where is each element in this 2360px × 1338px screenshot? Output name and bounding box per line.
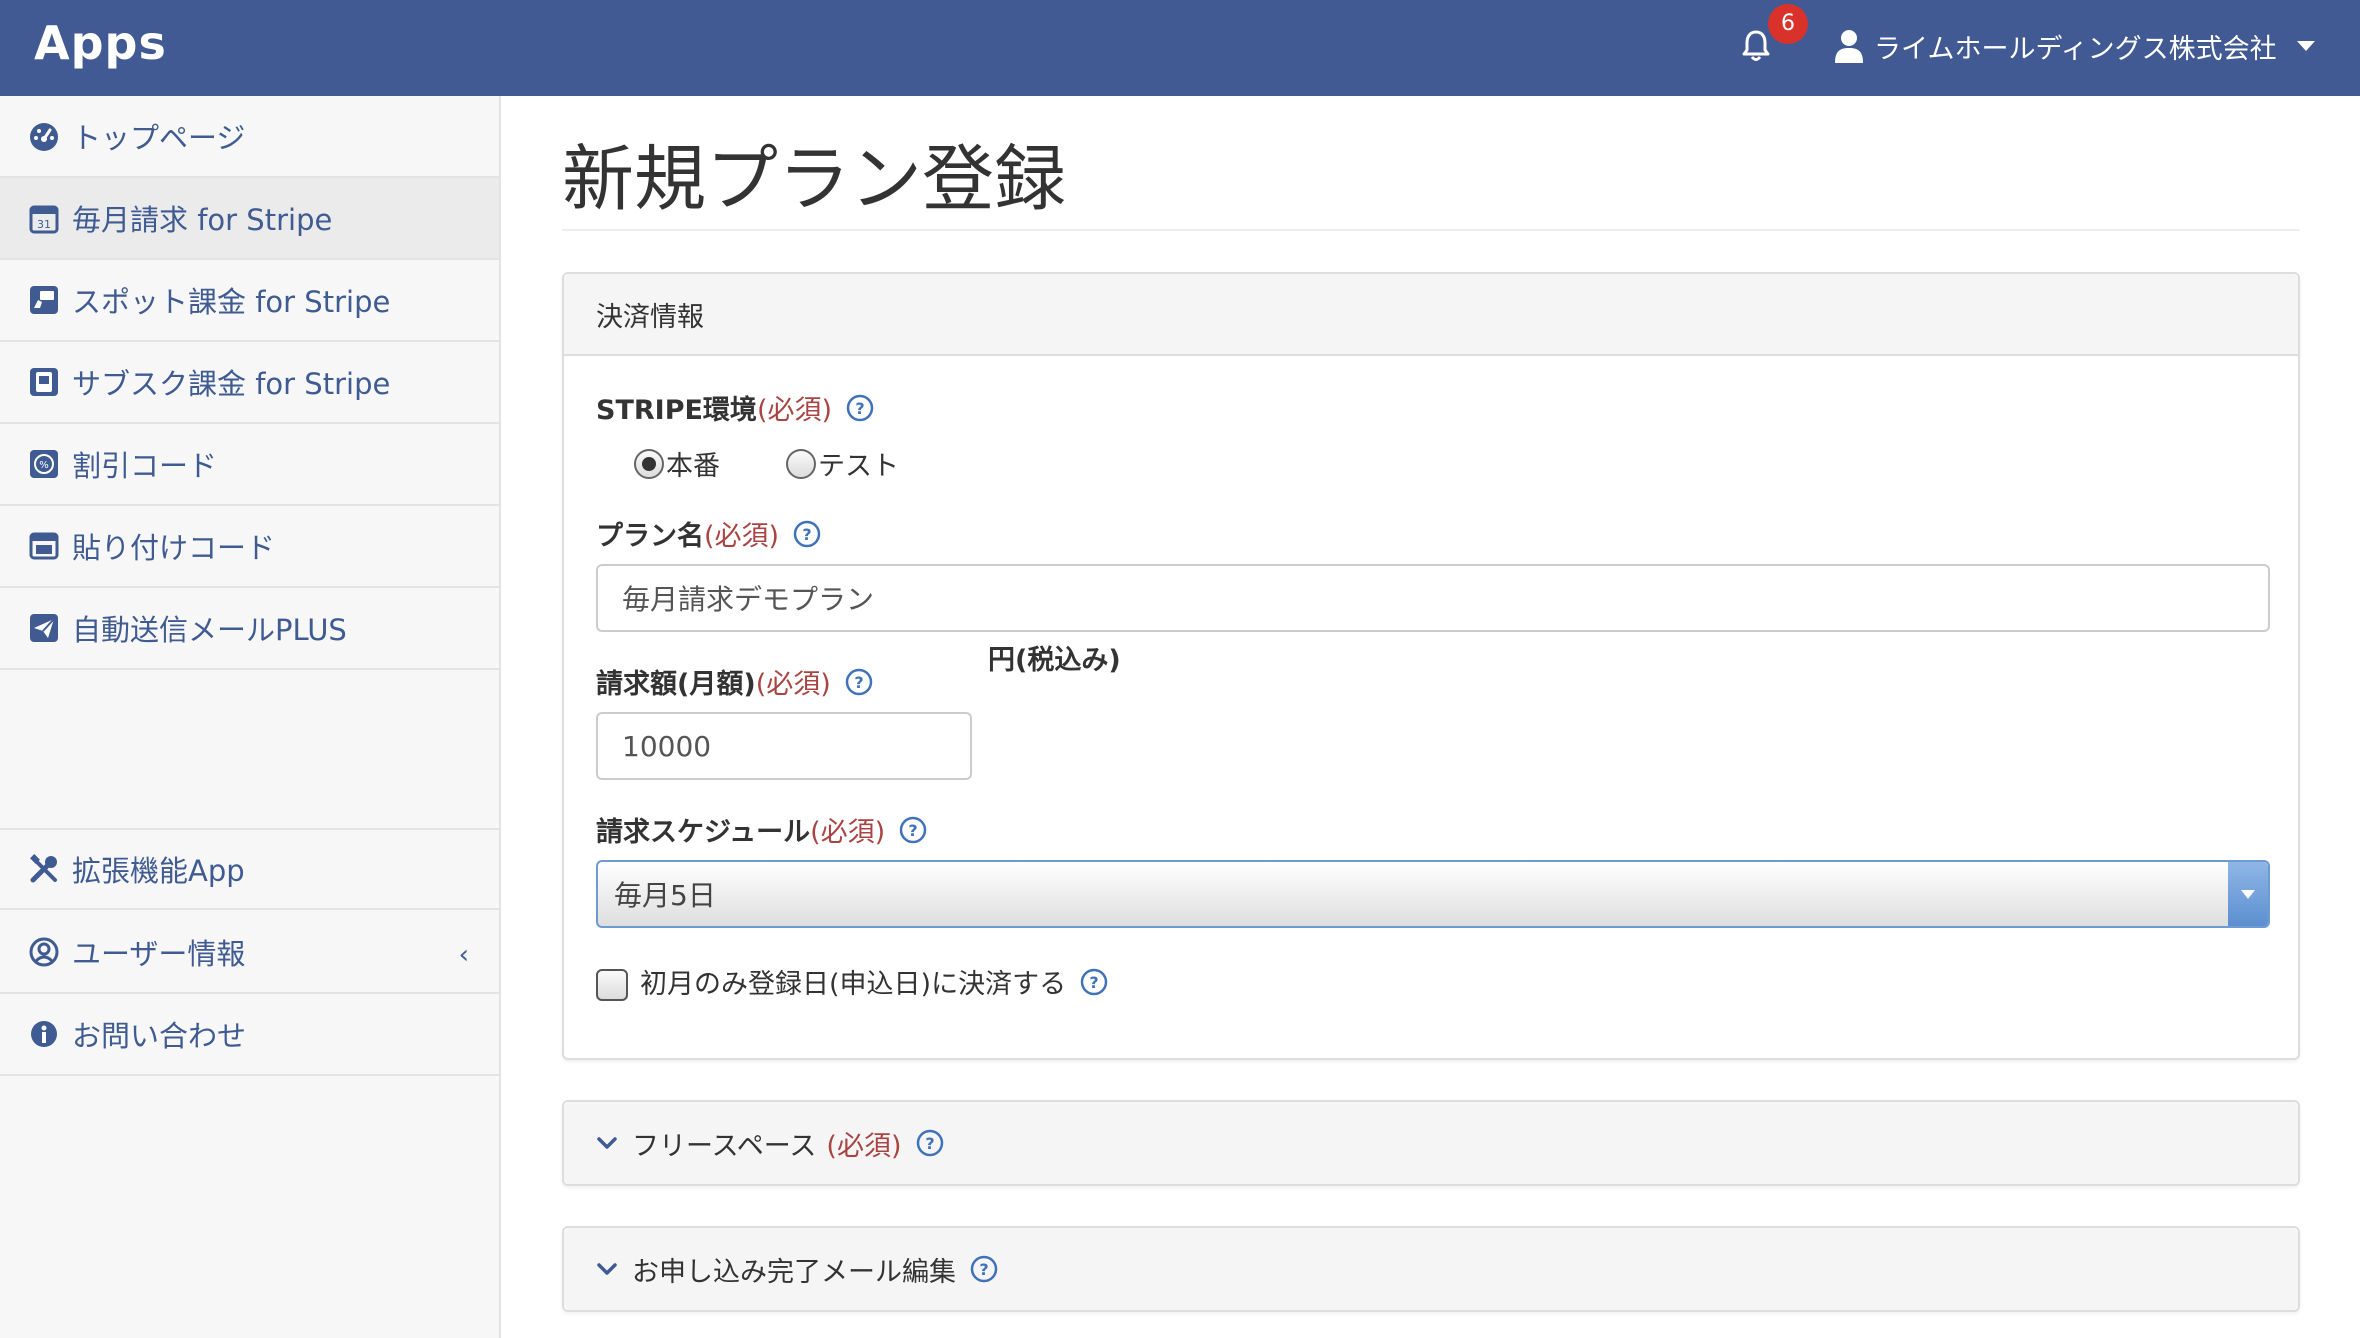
sidebar-item-label: サブスク課金 for Stripe <box>72 367 391 401</box>
sidebar-item-label: 毎月請求 for Stripe <box>72 203 333 237</box>
sidebar-item-label: トップページ <box>72 121 246 155</box>
help-icon[interactable]: ? <box>846 394 874 422</box>
sidebar-item-label: ユーザー情報 <box>72 937 246 971</box>
user-menu[interactable]: ライムホールディングス株式会社 <box>1834 24 2315 68</box>
panel-title: 決済情報 <box>596 301 704 333</box>
completion-mail-panel[interactable]: お申し込み完了メール編集 ? <box>562 1226 2300 1312</box>
sidebar-item-user-info[interactable]: ユーザー情報 ‹ <box>0 912 499 994</box>
required-marker: (必須) <box>755 669 831 700</box>
hand-card-icon <box>30 286 58 314</box>
sidebar-item-label: 割引コード <box>72 449 218 483</box>
plan-name-label: プラン名 (必須) ? <box>596 514 821 553</box>
stripe-env-radio-group: 本番 テスト <box>634 444 965 483</box>
checkbox-label: 初月のみ登録日(申込日)に決済する <box>640 969 1067 1000</box>
chevron-down-icon <box>597 1263 617 1275</box>
subscription-icon <box>30 368 58 396</box>
svg-text:?: ? <box>855 399 864 418</box>
svg-text:%: % <box>39 460 49 471</box>
send-mail-icon <box>30 614 58 642</box>
schedule-select[interactable]: 毎月5日 <box>596 860 2270 928</box>
first-month-checkbox[interactable] <box>596 968 628 1001</box>
panel-title: フリースペース <box>632 1130 817 1162</box>
panel-title: お申し込み完了メール編集 <box>632 1256 956 1288</box>
required-marker: (必須) <box>826 1130 902 1162</box>
panel-heading: 決済情報 <box>564 274 2298 356</box>
help-icon[interactable]: ? <box>845 668 873 696</box>
help-icon[interactable]: ? <box>899 816 927 844</box>
radio-label: 本番 <box>666 451 720 482</box>
svg-text:31: 31 <box>37 218 51 231</box>
first-month-option: 初月のみ登録日(申込日)に決済する ? <box>596 962 1108 1001</box>
svg-text:?: ? <box>854 673 863 692</box>
help-icon[interactable]: ? <box>970 1255 998 1283</box>
discount-icon: % <box>30 450 58 478</box>
help-icon[interactable]: ? <box>1080 968 1108 996</box>
field-label: プラン名 <box>596 521 704 552</box>
svg-text:?: ? <box>909 821 918 840</box>
input-value: 10000 <box>622 729 712 763</box>
sidebar-item-discount-code[interactable]: % 割引コード <box>0 424 499 506</box>
sidebar-item-subscription[interactable]: サブスク課金 for Stripe <box>0 342 499 424</box>
user-icon <box>1835 30 1863 63</box>
sidebar-item-label: スポット課金 for Stripe <box>72 285 391 319</box>
svg-text:?: ? <box>925 1134 934 1153</box>
amount-suffix: 円(税込み) <box>988 645 1121 676</box>
svg-text:?: ? <box>802 525 811 544</box>
title-divider <box>562 229 2300 231</box>
sidebar-item-auto-mail[interactable]: 自動送信メールPLUS <box>0 588 499 670</box>
sidebar-item-label: 自動送信メールPLUS <box>72 613 347 647</box>
sidebar-item-label: 拡張機能App <box>72 854 245 888</box>
chevron-left-icon[interactable]: ‹ <box>459 940 469 970</box>
notification-badge[interactable]: 6 <box>1768 4 1808 44</box>
field-label: 請求スケジュール <box>596 817 811 848</box>
radio-test[interactable] <box>786 448 816 479</box>
sidebar-item-top[interactable]: トップページ <box>0 96 499 178</box>
help-icon[interactable]: ? <box>916 1129 944 1157</box>
required-marker: (必須) <box>756 395 833 426</box>
top-navbar: Apps 6 ライムホールディングス株式会社 <box>0 0 2360 96</box>
panel-heading[interactable]: お申し込み完了メール編集 ? <box>564 1228 2298 1310</box>
page-title: 新規プラン登録 <box>562 137 1067 221</box>
field-label: STRIPE環境 <box>596 395 757 426</box>
dashboard-icon <box>30 123 58 151</box>
select-arrow-icon[interactable] <box>2228 862 2268 926</box>
sidebar-item-monthly-billing[interactable]: 31 毎月請求 for Stripe <box>0 178 499 260</box>
select-value: 毎月5日 <box>614 879 716 912</box>
caret-down-icon <box>2296 41 2315 51</box>
sidebar-item-embed-code[interactable]: 貼り付けコード <box>0 506 499 588</box>
sidebar-item-contact[interactable]: お問い合わせ <box>0 994 499 1076</box>
radio-label: テスト <box>818 451 899 482</box>
help-icon[interactable]: ? <box>793 520 821 548</box>
chevron-down-icon <box>597 1137 617 1149</box>
field-label: 請求額(月額) <box>596 669 756 700</box>
sidebar-item-label: お問い合わせ <box>72 1019 247 1053</box>
required-marker: (必須) <box>810 817 886 848</box>
amount-label: 請求額(月額) (必須) ? <box>596 662 873 701</box>
svg-text:?: ? <box>1089 973 1098 992</box>
radio-production[interactable] <box>634 448 664 479</box>
payment-info-panel: 決済情報 STRIPE環境 (必須) ? 本番 テスト プラン名 (必須) ? … <box>562 272 2300 1060</box>
input-value: 毎月請求デモプラン <box>622 583 875 616</box>
info-icon <box>31 1021 57 1047</box>
tools-icon <box>30 854 57 883</box>
schedule-label: 請求スケジュール (必須) ? <box>596 810 927 849</box>
stripe-env-label: STRIPE環境 (必須) ? <box>596 388 874 427</box>
sidebar-item-label: 貼り付けコード <box>72 531 276 565</box>
sidebar-item-spot-billing[interactable]: スポット課金 for Stripe <box>0 260 499 342</box>
sidebar: トップページ 31 毎月請求 for Stripe スポット課金 for Str… <box>0 96 501 1338</box>
brand-logo[interactable]: Apps <box>34 16 167 70</box>
svg-text:?: ? <box>979 1260 988 1279</box>
calendar-icon: 31 <box>29 205 59 234</box>
company-name: ライムホールディングス株式会社 <box>1874 33 2277 65</box>
plan-name-input[interactable]: 毎月請求デモプラン <box>596 564 2270 632</box>
panel-heading[interactable]: フリースペース (必須) ? <box>564 1102 2298 1184</box>
free-space-panel[interactable]: フリースペース (必須) ? <box>562 1100 2300 1186</box>
user-circle-icon <box>29 937 59 967</box>
required-marker: (必須) <box>704 521 780 552</box>
embed-code-icon <box>29 532 59 560</box>
bell-icon[interactable] <box>1740 28 1772 64</box>
sidebar-item-extensions[interactable]: 拡張機能App <box>0 828 499 910</box>
amount-input[interactable]: 10000 <box>596 712 972 780</box>
